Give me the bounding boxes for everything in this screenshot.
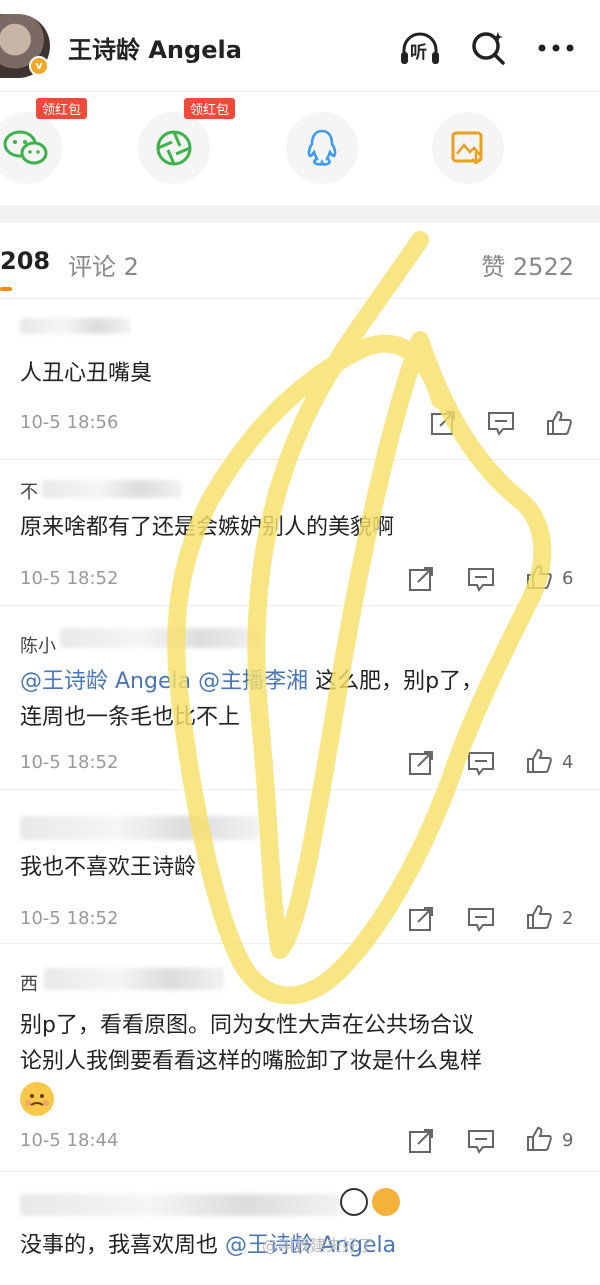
comment-time: 10-5 18:44 [20,1130,119,1151]
thumbs-up-icon [527,564,552,589]
comment-time: 10-5 18:56 [20,412,119,433]
user-name[interactable]: 王诗龄 Angela [68,30,242,65]
moments-icon [156,130,192,166]
repost-icon [409,1129,433,1153]
repost-button[interactable] [406,748,436,778]
like-count: 6 [562,568,574,589]
comment-icon [468,568,494,592]
comment-text: 我也不喜欢王诗龄 [20,855,197,880]
comment-icon [488,412,514,436]
comment-text-part: 这么肥，别p了， [308,669,484,694]
list-item: 不 原来啥都有了还是会嫉妒别人的美貌啊 10-5 18:52 6 [0,460,600,606]
like-button[interactable] [524,902,554,932]
search-button[interactable] [466,26,510,70]
comment-text: 原来啥都有了还是会嫉妒别人的美貌啊 [20,515,395,540]
thumbs-up-icon [527,904,552,929]
section-divider [0,205,600,223]
repost-icon [409,567,433,591]
repost-icon [409,751,433,775]
comment-button[interactable] [466,1126,496,1156]
share-row: 领红包 领红包 [0,92,600,202]
blurred-username [42,480,182,498]
like-button[interactable] [524,562,554,592]
tab-comments[interactable]: 评论 2 [68,247,139,282]
tab-reposts[interactable]: 208 [0,247,50,275]
redpack-badge: 领红包 [184,98,236,119]
tab-bar: 208 评论 2 赞 2522 [0,223,600,299]
watermark: @叫我建夫好了 [262,1236,375,1255]
comment-time: 10-5 18:52 [20,568,119,589]
comment-text-part: 连周也一条毛也比不上 [20,705,241,730]
thumbs-up-icon [527,748,552,773]
save-image-button[interactable] [432,112,504,184]
listen-button[interactable]: 听 [398,26,442,70]
list-item: 没事的，我喜欢周也 @王诗龄 Angela [0,1172,600,1285]
mention-link[interactable]: @王诗龄 Angela [20,669,191,694]
save-image-icon [451,131,483,165]
comment-text-part: 论别人我倒要看看这样的嘴脸卸了妆是什么鬼样 [20,1049,483,1074]
comment-text-part: 别p了，看看原图。同为女性大声在公共场合议 [20,1013,474,1038]
active-tab-indicator [0,287,12,291]
thumbs-up-icon [547,410,572,435]
comment-author[interactable]: 陈小 [20,632,56,658]
blurred-username [20,816,260,840]
more-button[interactable] [534,26,578,70]
list-item: 我也不喜欢王诗龄 10-5 18:52 2 [0,790,600,944]
blurred-username [60,628,260,648]
blurred-username [44,968,224,990]
comment-text: 别p了，看看原图。同为女性大声在公共场合议 论别人我倒要看看这样的嘴脸卸了妆是什… [20,1008,580,1080]
share-moments-button[interactable] [138,112,210,184]
comment-author[interactable]: 西 [20,970,38,996]
more-icon [538,44,574,52]
blurred-username [20,318,130,334]
comment-time: 10-5 18:52 [20,752,119,773]
comment-text: @王诗龄 Angela @主播李湘 这么肥，别p了， 连周也一条毛也比不上 [20,664,580,736]
blurred-username [20,1194,340,1216]
comment-button[interactable] [466,748,496,778]
comment-button[interactable] [466,904,496,934]
mention-link[interactable]: @主播李湘 [198,669,308,694]
comment-icon [468,908,494,932]
tab-likes[interactable]: 赞 2522 [481,247,574,282]
like-count: 9 [562,1130,574,1151]
qq-icon [307,129,337,166]
like-button[interactable] [524,1124,554,1154]
verified-badge-icon: v [29,56,49,76]
list-item: 西 别p了，看看原图。同为女性大声在公共场合议 论别人我倒要看看这样的嘴脸卸了妆… [0,944,600,1172]
like-button[interactable] [524,746,554,776]
emoji-icon [20,1082,54,1116]
repost-button[interactable] [406,904,436,934]
repost-button[interactable] [428,408,458,438]
share-wechat-button[interactable] [0,112,62,184]
comment-icon [468,1130,494,1154]
repost-button[interactable] [406,1126,436,1156]
like-button[interactable] [544,408,574,438]
like-count: 4 [562,752,574,773]
pufferfish-emoji-icon [372,1188,400,1216]
thumbs-up-icon [527,1126,552,1151]
repost-icon [409,907,433,931]
listen-label: 听 [410,43,427,63]
comment-icon [468,752,494,776]
like-count: 2 [562,908,574,929]
comment-author[interactable]: 不 [20,478,38,504]
share-qq-button[interactable] [286,112,358,184]
repost-button[interactable] [406,564,436,594]
wechat-icon [3,130,48,165]
comment-text-part: 没事的，我喜欢周也 [20,1233,225,1258]
search-icon [472,32,505,65]
repost-icon [431,411,455,435]
top-bar: v 王诗龄 Angela 听 [0,0,600,92]
comment-time: 10-5 18:52 [20,908,119,929]
comment-button[interactable] [466,564,496,594]
redpack-badge: 领红包 [36,98,88,119]
list-item: 陈小 @王诗龄 Angela @主播李湘 这么肥，别p了， 连周也一条毛也比不上… [0,606,600,790]
panda-emoji-icon [340,1188,368,1216]
list-item: 人丑心丑嘴臭 10-5 18:56 [0,300,600,460]
comment-text: 人丑心丑嘴臭 [20,361,153,386]
comment-button[interactable] [486,408,516,438]
